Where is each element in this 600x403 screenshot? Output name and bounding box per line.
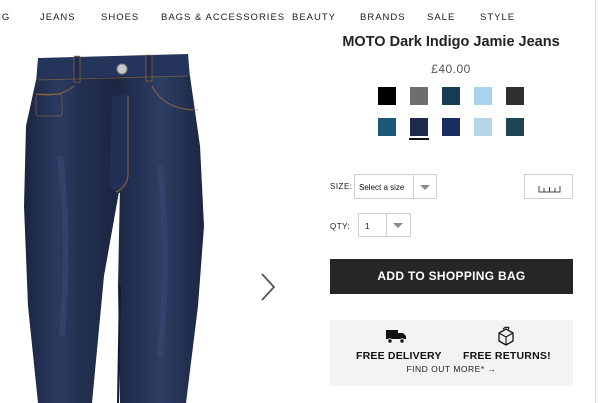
selected-swatch-indicator xyxy=(409,138,429,140)
size-select-value: Select a size xyxy=(359,183,405,192)
size-guide-button[interactable] xyxy=(524,174,573,199)
size-label: SIZE: xyxy=(330,182,353,191)
color-swatch[interactable] xyxy=(506,118,524,136)
page-edge-divider xyxy=(595,0,596,403)
truck-icon xyxy=(386,330,406,344)
color-swatch-selected[interactable] xyxy=(410,118,428,136)
nav-item-partial[interactable]: NG xyxy=(0,12,10,23)
delivery-returns-panel: FREE DELIVERY FREE RETURNS! FIND OUT MOR… xyxy=(330,320,573,386)
quantity-select[interactable]: 1 xyxy=(358,213,411,237)
color-swatch[interactable] xyxy=(474,118,492,136)
color-swatch[interactable] xyxy=(378,118,396,136)
nav-item-jeans[interactable]: JEANS xyxy=(40,12,76,23)
caret-down-icon xyxy=(393,223,403,228)
top-navigation: NG JEANS SHOES BAGS & ACCESSORIES BEAUTY… xyxy=(0,0,600,36)
free-returns-label: FREE RETURNS! xyxy=(463,350,551,362)
next-image-button[interactable] xyxy=(258,272,278,302)
select-separator xyxy=(386,214,387,236)
nav-item-sale[interactable]: SALE xyxy=(427,12,455,23)
jeans-illustration xyxy=(24,54,204,403)
ruler-icon xyxy=(538,186,561,193)
select-separator xyxy=(413,175,414,198)
nav-item-style[interactable]: STYLE xyxy=(480,12,515,23)
nav-item-shoes[interactable]: SHOES xyxy=(101,12,139,23)
nav-item-beauty[interactable]: BEAUTY xyxy=(292,12,336,23)
nav-item-brands[interactable]: BRANDS xyxy=(360,12,406,23)
color-swatch[interactable] xyxy=(378,87,396,105)
caret-down-icon xyxy=(420,185,430,190)
quantity-value: 1 xyxy=(365,222,370,231)
qty-label: QTY: xyxy=(330,222,351,231)
color-swatch[interactable] xyxy=(506,87,524,105)
product-image[interactable] xyxy=(0,36,300,403)
find-out-more-link[interactable]: FIND OUT MORE* → xyxy=(330,364,573,374)
color-swatch[interactable] xyxy=(410,87,428,105)
add-to-bag-button[interactable]: ADD TO SHOPPING BAG xyxy=(330,259,573,294)
box-return-icon xyxy=(498,326,514,346)
free-delivery-label: FREE DELIVERY xyxy=(356,350,442,362)
product-title: MOTO Dark Indigo Jamie Jeans xyxy=(342,34,560,50)
size-select[interactable]: Select a size xyxy=(354,174,437,199)
chevron-right-icon xyxy=(261,273,276,301)
nav-item-bags-accessories[interactable]: BAGS & ACCESSORIES xyxy=(161,12,285,23)
color-swatch[interactable] xyxy=(442,87,460,105)
product-price: £40.00 xyxy=(431,62,471,76)
color-swatch[interactable] xyxy=(442,118,460,136)
color-swatch[interactable] xyxy=(474,87,492,105)
